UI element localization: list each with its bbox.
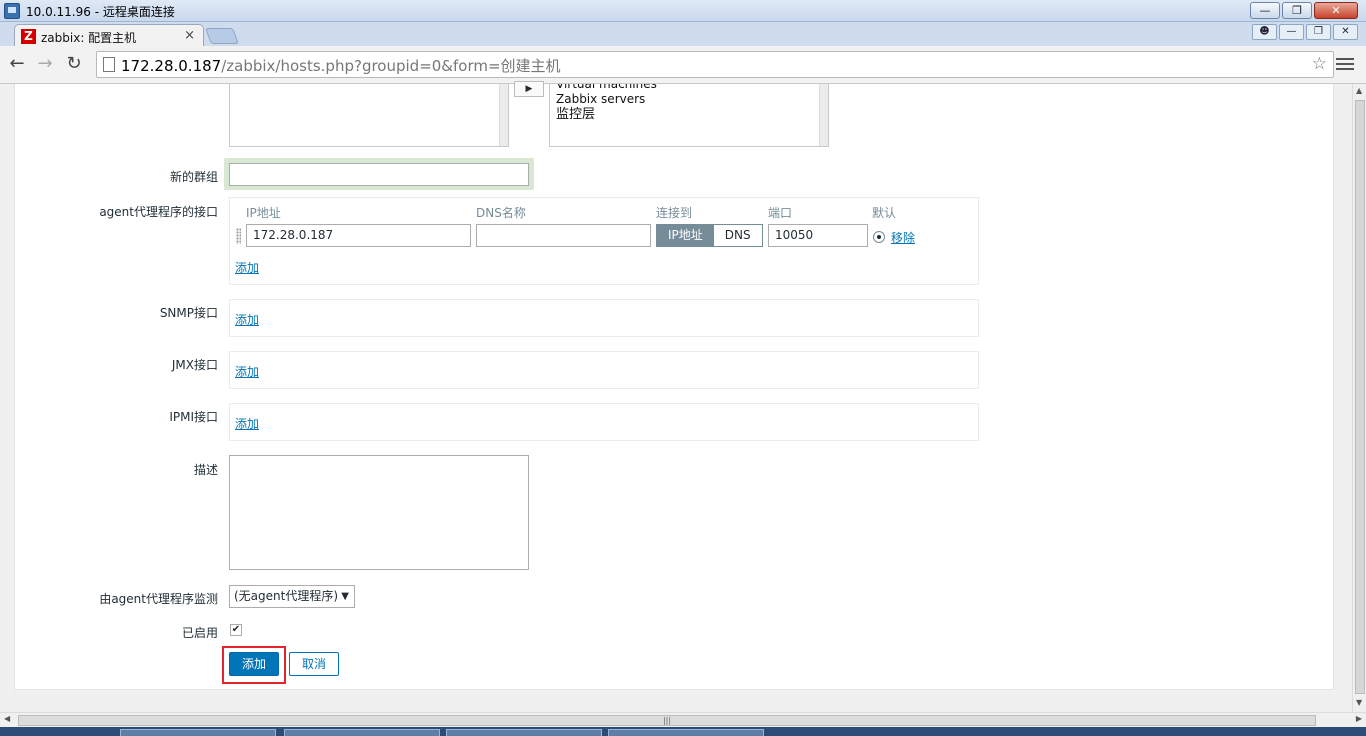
taskbar: [0, 727, 1366, 736]
cancel-button[interactable]: 取消: [289, 652, 339, 676]
snmp-add-link[interactable]: 添加: [235, 311, 259, 328]
horizontal-scroll-thumb[interactable]: |||: [18, 715, 1316, 726]
browser-close-button[interactable]: ✕: [1333, 24, 1358, 40]
forward-arrow-icon[interactable]: →: [34, 53, 56, 75]
snmp-box: [229, 299, 979, 337]
agent-port-input[interactable]: 10050: [768, 224, 868, 247]
chevron-down-icon: ▼: [341, 591, 349, 602]
menu-icon[interactable]: [1336, 55, 1354, 73]
scroll-right-icon[interactable]: ▶: [1356, 714, 1362, 723]
minimize-button[interactable]: —: [1250, 2, 1280, 19]
browser-minimize-button[interactable]: —: [1279, 24, 1304, 40]
url-text[interactable]: 172.28.0.187/zabbix/hosts.php?groupid=0&…: [121, 55, 561, 76]
ipmi-box: [229, 403, 979, 441]
tab-close-icon[interactable]: ×: [184, 28, 195, 43]
scroll-up-icon[interactable]: ▲: [1356, 86, 1362, 95]
tab-strip: Z zabbix: 配置主机 × ☻ — ❐ ✕: [0, 22, 1366, 47]
move-left-button[interactable]: ▶: [514, 81, 544, 97]
address-bar[interactable]: 172.28.0.187/zabbix/hosts.php?groupid=0&…: [96, 51, 1334, 78]
horizontal-scrollbar[interactable]: ◀ ||| ▶: [0, 712, 1366, 727]
default-radio[interactable]: [873, 231, 885, 243]
rdp-title-bar: 10.0.11.96 - 远程桌面连接 — ❐ ✕: [0, 0, 1366, 22]
list-item[interactable]: Virtual machines: [556, 84, 657, 92]
new-tab-button[interactable]: [205, 28, 239, 44]
default-header: 默认: [872, 206, 897, 220]
proxy-label: 由agent代理程序监测: [99, 592, 218, 606]
taskbar-item[interactable]: [120, 729, 276, 736]
remove-link[interactable]: 移除: [891, 229, 915, 246]
list-scrollbar[interactable]: [499, 84, 508, 146]
taskbar-item[interactable]: [284, 729, 440, 736]
close-button[interactable]: ✕: [1314, 2, 1358, 19]
zabbix-favicon-icon: Z: [21, 29, 36, 44]
browser-toolbar: ← → ↻ 172.28.0.187/zabbix/hosts.php?grou…: [0, 46, 1366, 84]
agent-add-link[interactable]: 添加: [235, 259, 259, 276]
reload-icon[interactable]: ↻: [63, 53, 85, 75]
connect-dns-button[interactable]: DNS: [713, 225, 762, 246]
host-groups-list[interactable]: Virtual machines Zabbix servers 监控层: [549, 84, 829, 147]
agent-interfaces-label: agent代理程序的接口: [99, 205, 218, 219]
enabled-label: 已启用: [181, 626, 218, 640]
drag-handle-icon[interactable]: [236, 228, 241, 244]
port-header: 端口: [768, 206, 793, 220]
page-icon: [103, 57, 115, 72]
list-scrollbar[interactable]: [819, 84, 828, 146]
ipmi-label: IPMI接口: [169, 410, 218, 424]
scroll-down-icon[interactable]: ▼: [1356, 698, 1362, 707]
bookmark-star-icon[interactable]: ☆: [1312, 54, 1327, 74]
other-groups-list[interactable]: [229, 84, 509, 147]
jmx-label: JMX接口: [171, 358, 218, 372]
ip-header: IP地址: [246, 206, 281, 220]
taskbar-item[interactable]: [446, 729, 602, 736]
agent-dns-input[interactable]: [476, 224, 651, 247]
connect-header: 连接到: [656, 206, 693, 220]
enabled-checkbox[interactable]: ✔: [230, 624, 242, 636]
connect-ip-button[interactable]: IP地址: [657, 225, 714, 246]
jmx-add-link[interactable]: 添加: [235, 363, 259, 380]
window-title: 10.0.11.96 - 远程桌面连接: [26, 5, 175, 19]
tab-zabbix[interactable]: Z zabbix: 配置主机 ×: [14, 24, 204, 47]
proxy-select-value: (无agent代理程序): [234, 589, 339, 603]
ipmi-add-link[interactable]: 添加: [235, 415, 259, 432]
jmx-box: [229, 351, 979, 389]
description-label: 描述: [193, 463, 218, 477]
vertical-scroll-thumb[interactable]: [1355, 100, 1365, 694]
red-highlight-box: [222, 646, 286, 684]
restore-button[interactable]: ❐: [1282, 2, 1312, 19]
remote-desktop-icon: [4, 3, 20, 19]
scroll-left-icon[interactable]: ◀: [4, 714, 10, 723]
dns-header: DNS名称: [476, 206, 526, 220]
description-textarea[interactable]: [229, 455, 529, 570]
browser-restore-button[interactable]: ❐: [1306, 24, 1331, 40]
vertical-scrollbar[interactable]: ▲ ▼: [1352, 84, 1366, 712]
profile-icon[interactable]: ☻: [1252, 24, 1277, 40]
tab-title: zabbix: 配置主机: [41, 31, 137, 45]
agent-ip-input[interactable]: 172.28.0.187: [246, 224, 471, 247]
snmp-label: SNMP接口: [159, 306, 218, 320]
back-arrow-icon[interactable]: ←: [6, 53, 28, 75]
new-group-label: 新的群组: [169, 170, 218, 184]
taskbar-item[interactable]: [608, 729, 764, 736]
list-item[interactable]: 监控层: [556, 107, 657, 122]
list-item[interactable]: Zabbix servers: [556, 92, 657, 107]
connect-to-toggle: IP地址 DNS: [656, 224, 763, 247]
new-group-input[interactable]: [229, 163, 529, 186]
proxy-select[interactable]: (无agent代理程序) ▼: [229, 585, 355, 608]
